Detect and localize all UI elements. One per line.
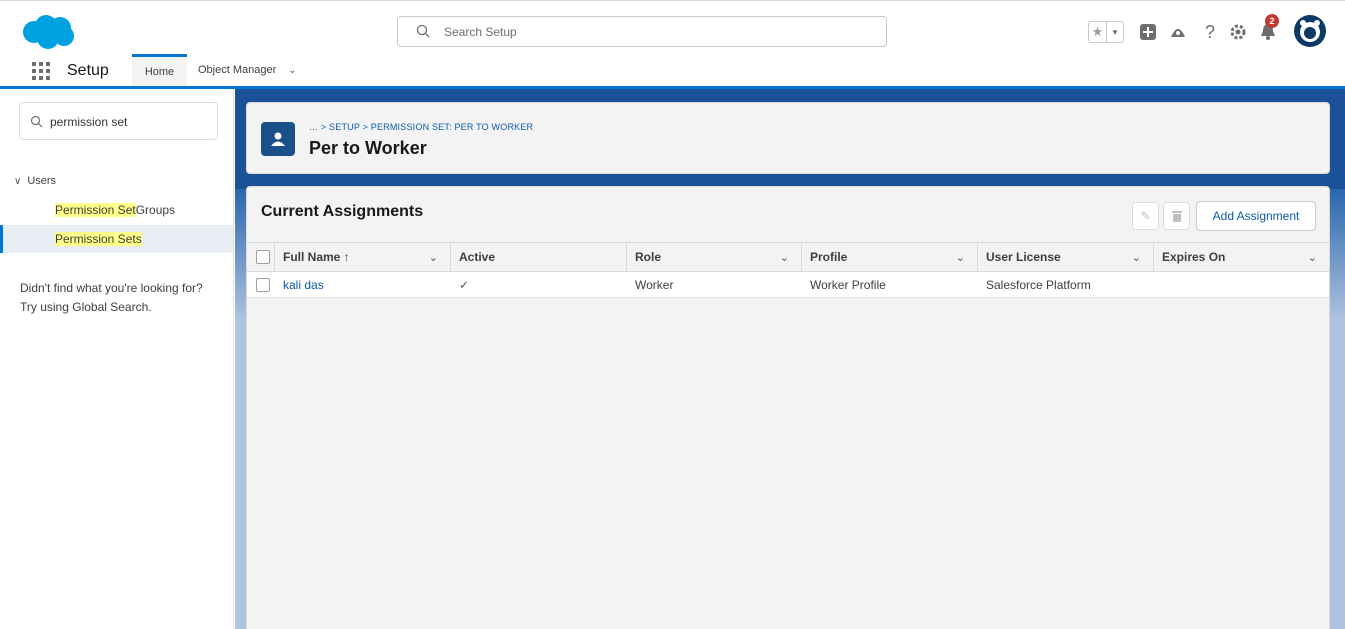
app-name: Setup	[67, 62, 109, 79]
page-header: … > SETUP > PERMISSION SET: PER TO WORKE…	[246, 102, 1330, 174]
card-title: Current Assignments	[261, 203, 424, 220]
help-icon[interactable]: ?	[1199, 21, 1221, 43]
column-header-expires-on[interactable]: Expires On ⌄	[1154, 243, 1329, 271]
favorites-control[interactable]: ★ ▼	[1088, 21, 1124, 43]
search-icon	[416, 24, 430, 38]
global-search-input[interactable]	[444, 22, 864, 42]
add-icon[interactable]	[1137, 21, 1159, 43]
search-highlight: Permission Set	[55, 203, 136, 217]
sidebar-item-permission-set-groups[interactable]: Permission Set Groups	[0, 196, 233, 224]
column-header-user-license[interactable]: User License ⌄	[978, 243, 1154, 271]
tab-home-label: Home	[144, 65, 175, 78]
setup-sidebar: ∨ Users Permission Set Groups Permission…	[0, 89, 234, 629]
table-header-row: Full Name ↑ ⌄ Active Role ⌄ Profile ⌄ Us…	[247, 242, 1329, 272]
column-header-active[interactable]: Active	[451, 243, 627, 271]
column-header-full-name[interactable]: Full Name ↑ ⌄	[275, 243, 451, 271]
app-launcher-icon[interactable]	[32, 62, 50, 80]
gear-icon[interactable]	[1227, 21, 1249, 43]
search-icon	[30, 115, 43, 128]
column-header-profile[interactable]: Profile ⌄	[802, 243, 978, 271]
page-title: Per to Worker	[309, 138, 427, 158]
tab-home[interactable]: Home	[132, 54, 187, 86]
notification-badge: 2	[1265, 14, 1279, 28]
user-icon	[261, 122, 295, 156]
avatar[interactable]	[1294, 15, 1326, 47]
nav-bar: Setup Home Object Manager ⌄	[0, 54, 1345, 89]
star-icon[interactable]: ★	[1089, 22, 1107, 42]
row-checkbox[interactable]	[256, 277, 270, 292]
column-label: Profile	[810, 250, 848, 264]
column-label: Role	[635, 250, 662, 264]
trailhead-icon[interactable]	[1167, 21, 1189, 43]
quick-find-help: Didn't find what you're looking for? Try…	[20, 279, 230, 317]
chevron-down-icon[interactable]: ▼	[1107, 22, 1123, 42]
chevron-down-icon[interactable]: ⌄	[429, 251, 438, 264]
chevron-down-icon[interactable]: ⌄	[288, 65, 296, 76]
chevron-down-icon[interactable]: ⌄	[1132, 251, 1141, 264]
tab-object-manager-label: Object Manager	[198, 64, 277, 76]
row-select-cell	[247, 272, 275, 297]
chevron-down-icon[interactable]: ∨	[14, 176, 21, 187]
breadcrumb[interactable]: … > SETUP > PERMISSION SET: PER TO WORKE…	[309, 122, 533, 132]
global-search[interactable]	[397, 16, 887, 47]
tree-section-label: Users	[27, 175, 57, 187]
select-all-checkbox[interactable]	[256, 250, 270, 264]
chevron-down-icon[interactable]: ⌄	[780, 251, 789, 264]
cell-user-license: Salesforce Platform	[986, 277, 1091, 292]
quick-find-input[interactable]	[50, 113, 210, 131]
user-link[interactable]: kali das	[283, 278, 324, 292]
edit-button[interactable]: ✎	[1132, 202, 1159, 230]
add-assignment-button[interactable]: Add Assignment	[1196, 201, 1316, 231]
cell-full-name: kali das	[275, 272, 451, 297]
check-icon: ✓	[459, 277, 470, 292]
chevron-down-icon[interactable]: ⌄	[1308, 251, 1317, 264]
main-content: … > SETUP > PERMISSION SET: PER TO WORKE…	[235, 89, 1345, 629]
cell-profile: Worker Profile	[810, 277, 886, 292]
trash-icon	[1171, 211, 1182, 222]
delete-button[interactable]	[1163, 202, 1190, 230]
cell-expires-on	[1154, 272, 1329, 297]
chevron-down-icon[interactable]: ⌄	[956, 251, 965, 264]
column-header-role[interactable]: Role ⌄	[627, 243, 802, 271]
quick-find[interactable]	[19, 102, 218, 140]
select-all-cell	[247, 243, 275, 271]
help-text-line1: Didn't find what you're looking for?	[20, 281, 203, 295]
table-row: kali das ✓ Worker Worker Profile Salesfo…	[247, 272, 1329, 298]
column-label: Full Name ↑	[283, 250, 350, 264]
column-label: User License	[986, 250, 1061, 264]
sidebar-item-permission-sets[interactable]: Permission Sets	[0, 225, 233, 253]
tree-section-users[interactable]: ∨ Users	[14, 175, 56, 187]
column-label: Active	[459, 250, 496, 264]
global-header: ★ ▼ ? 2	[0, 0, 1345, 54]
cell-role: Worker	[635, 277, 674, 292]
salesforce-logo[interactable]	[20, 14, 76, 50]
current-assignments-card: Current Assignments ✎ Add Assignment Ful…	[246, 186, 1330, 629]
cell-active: ✓	[451, 272, 627, 297]
sidebar-item-label: Groups	[135, 203, 176, 217]
search-highlight: Permission Sets	[55, 232, 142, 246]
help-text-line2: Try using Global Search.	[20, 300, 152, 314]
pencil-icon: ✎	[1140, 209, 1151, 223]
column-label: Expires On	[1162, 250, 1226, 264]
tab-object-manager[interactable]: Object Manager ⌄	[190, 54, 320, 86]
